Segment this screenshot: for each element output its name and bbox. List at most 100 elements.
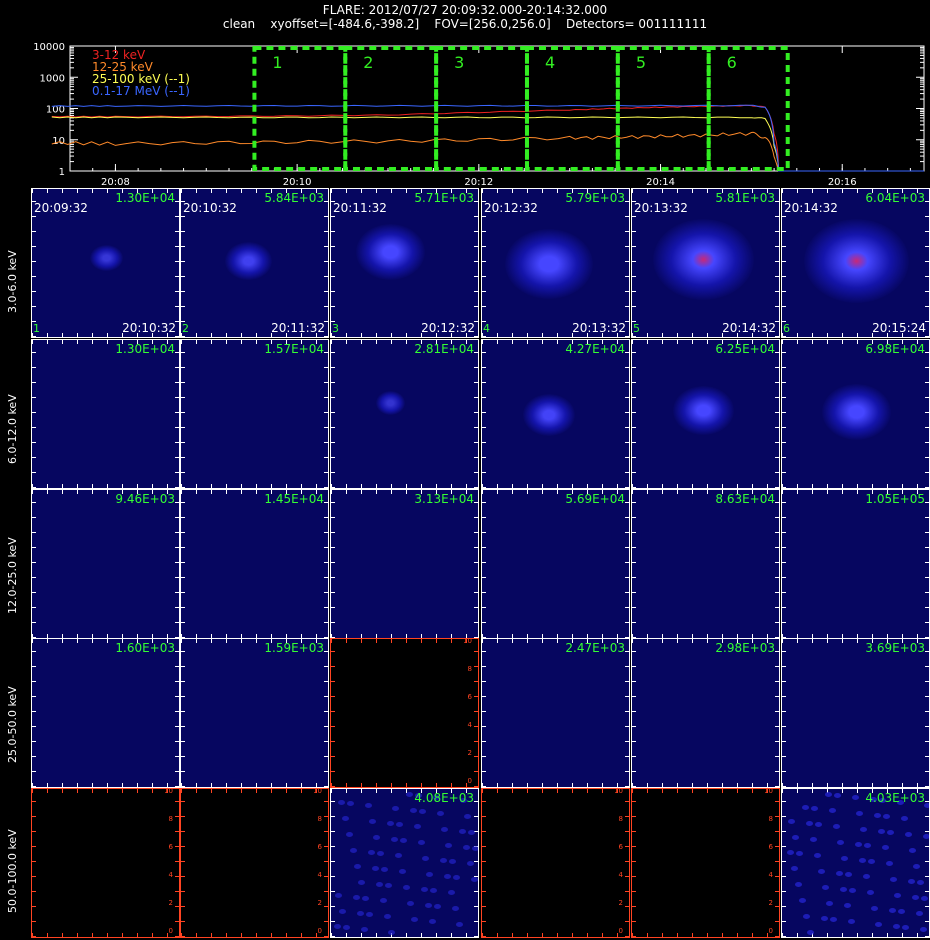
- image-panel: 5.81E+03 20:13:32 20:14:32 5: [631, 188, 780, 338]
- source-emission: [376, 391, 406, 415]
- noise-speckle: [792, 835, 799, 840]
- source-emission: [653, 219, 755, 300]
- noise-speckle: [882, 845, 889, 850]
- time-start-label: 20:09:32: [34, 201, 88, 215]
- noise-speckle: [803, 914, 810, 919]
- noise-speckle: [830, 917, 837, 922]
- empty-axis-tick-label: 0: [768, 927, 773, 935]
- source-emission: [673, 386, 734, 435]
- noise-speckle: [421, 887, 428, 892]
- noise-speckle: [834, 793, 841, 798]
- noise-speckle: [845, 872, 852, 877]
- noise-speckle: [392, 806, 399, 811]
- empty-axis-tick-label: 6: [618, 843, 623, 851]
- panel-ticks: [181, 639, 328, 787]
- noise-speckle: [338, 800, 345, 805]
- image-panel: 2.81E+04: [330, 339, 479, 489]
- panel-ticks: [181, 490, 328, 638]
- noise-speckle: [472, 846, 478, 851]
- noise-speckle: [788, 819, 795, 824]
- noise-speckle: [852, 795, 859, 800]
- noise-speckle: [875, 922, 882, 927]
- empty-axis-tick-label: 4: [168, 871, 173, 879]
- noise-speckle: [343, 925, 350, 930]
- noise-speckle: [406, 792, 413, 797]
- peak-value-label: 1.30E+04: [115, 191, 175, 205]
- peak-value-label: 4.08E+03: [414, 791, 474, 805]
- time-start-label: 20:12:32: [484, 201, 538, 215]
- peak-value-label: 4.03E+03: [865, 791, 925, 805]
- noise-speckle: [368, 850, 375, 855]
- noise-speckle: [826, 901, 833, 906]
- noise-speckle: [878, 829, 885, 834]
- noise-speckle: [905, 832, 912, 837]
- peak-value-label: 1.05E+05: [865, 492, 925, 506]
- noise-speckle: [856, 811, 863, 816]
- noise-speckle: [463, 845, 470, 850]
- peak-value-label: 2.98E+03: [715, 641, 775, 655]
- noise-speckle: [795, 882, 802, 887]
- noise-speckle: [353, 895, 360, 900]
- noise-speckle: [799, 898, 806, 903]
- empty-axis-tick-label: 0: [317, 927, 322, 935]
- time-end-label: 20:15:24: [872, 321, 926, 335]
- image-panel: 2.47E+03: [481, 638, 630, 788]
- panel-ticks: [632, 490, 779, 638]
- peak-value-label: 9.46E+03: [115, 492, 175, 506]
- noise-speckle: [844, 903, 851, 908]
- image-panel: 3.69E+03: [781, 638, 930, 788]
- empty-axis-tick-label: 8: [168, 815, 173, 823]
- noise-speckle: [400, 838, 407, 843]
- noise-speckle: [369, 819, 376, 824]
- image-grid: 3.0-6.0 keV 1.30E+04 20:09:32 20:10:32 1 5.84…: [0, 0, 930, 940]
- noise-speckle: [859, 858, 866, 863]
- noise-speckle: [464, 814, 471, 819]
- peak-value-label: 2.81E+04: [414, 342, 474, 356]
- empty-axis-tick-label: 8: [618, 815, 623, 823]
- peak-value-label: 1.60E+03: [115, 641, 175, 655]
- time-end-label: 20:10:32: [122, 321, 176, 335]
- noise-speckle: [366, 912, 373, 917]
- empty-axis-tick-label: 4: [467, 721, 472, 729]
- energy-band-label: 50.0-100.0 keV: [6, 829, 19, 913]
- noise-speckle: [916, 911, 923, 916]
- empty-axis-tick-label: 0: [467, 777, 472, 785]
- empty-axis-tick-label: 2: [467, 749, 472, 757]
- noise-speckle: [860, 827, 867, 832]
- energy-band-label: 12.0-25.0 keV: [6, 537, 19, 614]
- noise-speckle: [354, 864, 361, 869]
- source-emission: [224, 242, 272, 280]
- noise-speckle: [849, 888, 856, 893]
- noise-speckle: [403, 885, 410, 890]
- panel-ticks: [32, 639, 179, 787]
- empty-axis-tick-label: 6: [467, 693, 472, 701]
- noise-speckle: [921, 896, 928, 901]
- noise-speckle: [901, 816, 908, 821]
- peak-value-label: 8.63E+04: [715, 492, 775, 506]
- noise-speckle: [362, 896, 369, 901]
- empty-axis-tick-label: 10: [164, 788, 173, 795]
- empty-axis-tick-label: 0: [618, 927, 623, 935]
- image-panel: 1.57E+04: [180, 339, 329, 489]
- empty-axis-tick-label: 8: [467, 665, 472, 673]
- noise-speckle: [335, 893, 342, 898]
- noise-speckle: [384, 914, 391, 919]
- panel-ticks: [331, 490, 478, 638]
- panel-ticks: [181, 789, 328, 937]
- noise-speckle: [829, 808, 836, 813]
- time-start-label: 20:11:32: [333, 201, 387, 215]
- noise-speckle: [399, 869, 406, 874]
- noise-speckle: [806, 821, 813, 826]
- noise-speckle: [917, 880, 924, 885]
- noise-speckle: [863, 874, 870, 879]
- noise-speckle: [347, 801, 354, 806]
- noise-speckle: [468, 830, 475, 835]
- noise-speckle: [840, 887, 847, 892]
- noise-speckle: [445, 843, 452, 848]
- noise-speckle: [456, 922, 463, 927]
- panel-ticks: [482, 789, 629, 937]
- image-panel: 0 2 4 6 8 10: [481, 788, 630, 938]
- noise-speckle: [898, 909, 905, 914]
- noise-speckle: [887, 830, 894, 835]
- noise-speckle: [818, 869, 825, 874]
